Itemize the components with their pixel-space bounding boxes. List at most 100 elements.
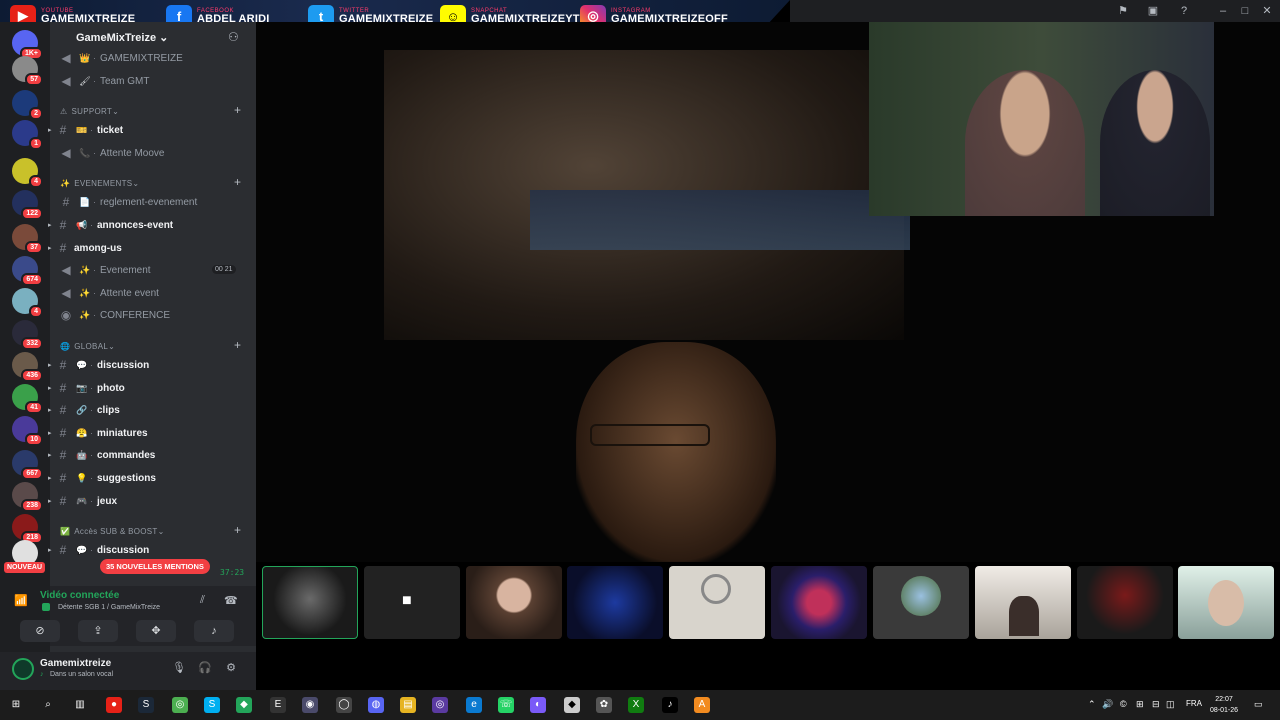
tray-icon[interactable]: ⊞ (1136, 699, 1144, 710)
server-icon[interactable]: 10 (12, 416, 43, 446)
text-channel-among-us[interactable]: ▸ # among-us (48, 239, 238, 257)
camera-off-button[interactable]: ⊘ (20, 620, 60, 642)
new-mentions-badge[interactable]: NOUVEAU (4, 562, 46, 573)
app-icon[interactable]: ◉ (302, 697, 318, 713)
participant-thumb[interactable] (873, 566, 969, 639)
help-icon[interactable]: ? (1176, 3, 1192, 19)
server-icon[interactable]: 122 (12, 190, 43, 220)
tray-icon[interactable]: ◫ (1166, 699, 1175, 710)
noise-suppression-icon[interactable]: ⫽ (200, 594, 205, 607)
chevron-up-icon[interactable]: ⌃ (1088, 699, 1096, 710)
text-channel-photo[interactable]: ▸ # 📷 · photo (48, 379, 238, 397)
server-icon[interactable]: 57 (12, 56, 43, 86)
category-global[interactable]: 🌐 GLOBAL ⌄ (58, 339, 115, 353)
activities-button[interactable]: ✥ (136, 620, 176, 642)
tiktok-icon[interactable]: ♪ (662, 697, 678, 713)
close-icon[interactable]: ✕ (1259, 3, 1275, 19)
skype-icon[interactable]: S (204, 697, 220, 713)
task-view-icon[interactable]: ▥ (72, 697, 88, 713)
server-icon[interactable]: 667 (12, 450, 43, 480)
add-member-icon[interactable]: ⚇ (228, 30, 239, 44)
add-channel-icon[interactable]: + (234, 523, 241, 537)
app-icon[interactable]: ◆ (564, 697, 580, 713)
participant-thumb[interactable] (1077, 566, 1173, 639)
app-icon[interactable]: ◎ (432, 697, 448, 713)
screen-share-icon[interactable]: ▣ (1145, 3, 1161, 19)
server-icon[interactable]: 238 (12, 482, 43, 512)
voice-channel-path[interactable]: Détente SGB 1 / GameMixTreize (58, 604, 160, 611)
app-icon[interactable]: A (694, 697, 710, 713)
gear-icon[interactable]: ⚙ (224, 661, 238, 675)
soundboard-button[interactable]: ♪ (194, 620, 234, 642)
discord-icon[interactable]: ◍ (368, 697, 384, 713)
new-mentions-pill[interactable]: 35 NOUVELLES MENTIONS (100, 559, 210, 574)
text-channel-commandes[interactable]: ▸ # 🤖 · commandes (48, 446, 238, 464)
category-evenements[interactable]: ✨ EVENEMENTS ⌄ (58, 176, 139, 190)
text-channel-clips[interactable]: ▸ # 🔗 · clips (48, 401, 238, 419)
text-channel-miniatures[interactable]: ▸ # 😤 · miniatures (48, 424, 238, 442)
text-channel-suggestions[interactable]: ▸ # 💡 · suggestions (48, 469, 238, 487)
windows-start-icon[interactable]: ⊞ (8, 697, 24, 713)
server-icon[interactable]: 332 (12, 320, 43, 350)
server-icon[interactable]: 1K+ (12, 30, 43, 60)
disconnect-icon[interactable]: ☎ (224, 594, 238, 607)
participant-thumb[interactable] (669, 566, 765, 639)
app-icon[interactable]: ◐ (530, 697, 546, 713)
obs-icon[interactable]: ● (106, 697, 122, 713)
participant-thumb[interactable] (466, 566, 562, 639)
server-icon[interactable]: 674 (12, 256, 43, 286)
avatar[interactable] (12, 658, 34, 680)
chrome-icon[interactable]: ◎ (172, 697, 188, 713)
app-icon[interactable]: ◯ (336, 697, 352, 713)
participant-thumb[interactable] (1178, 566, 1274, 639)
server-icon[interactable]: 2 (12, 90, 43, 120)
server-icon[interactable]: 4 (12, 158, 43, 188)
steam-icon[interactable]: S (138, 697, 154, 713)
category-support[interactable]: ⚠ SUPPORT ⌄ (58, 104, 119, 118)
app-icon[interactable]: ✿ (596, 697, 612, 713)
tray-icon[interactable]: © (1120, 699, 1127, 709)
stage-channel-conference[interactable]: ◉ ✨ · CONFERENCE (57, 306, 247, 324)
screen-share-button[interactable]: ⇪ (78, 620, 118, 642)
add-channel-icon[interactable]: + (234, 103, 241, 117)
participant-thumb[interactable] (975, 566, 1071, 639)
server-icon[interactable]: 1 (12, 120, 43, 150)
file-explorer-icon[interactable]: ▤ (400, 697, 416, 713)
voice-channel-attente-event[interactable]: ◀ ✨ · Attente event (57, 284, 247, 302)
voice-channel-gmt[interactable]: ◀ 👑 · GAMEMIXTREIZE (57, 49, 247, 67)
xbox-icon[interactable]: X (628, 697, 644, 713)
add-channel-icon[interactable]: + (234, 175, 241, 189)
app-icon[interactable]: ◆ (236, 697, 252, 713)
epic-games-icon[interactable]: E (270, 697, 286, 713)
search-icon[interactable]: ⌕ (40, 697, 56, 713)
text-channel-jeux[interactable]: ▸ # 🎮 · jeux (48, 492, 238, 510)
server-icon[interactable]: 41 (12, 384, 43, 414)
notifications-icon[interactable]: ▭ (1254, 699, 1263, 710)
text-channel-annonces[interactable]: ▸ # 📢 · annonces-event (48, 216, 238, 234)
maximize-icon[interactable]: □ (1237, 3, 1253, 19)
text-channel-reglement[interactable]: # 📄 · reglement-evenement (57, 193, 247, 211)
language-indicator[interactable]: FRA (1186, 699, 1202, 708)
server-icon[interactable]: 436 (12, 352, 43, 382)
server-icon[interactable]: 4 (12, 288, 43, 318)
clock[interactable]: 22:07 08-01-26 (1210, 694, 1238, 716)
text-channel-discussion-sub[interactable]: ▸ # 💬 · discussion (48, 541, 238, 559)
edge-icon[interactable]: e (466, 697, 482, 713)
participant-thumb[interactable] (262, 566, 358, 639)
inbox-icon[interactable]: ⚑ (1115, 3, 1131, 19)
participant-thumb[interactable] (567, 566, 663, 639)
network-icon[interactable]: ⊟ (1152, 699, 1160, 710)
text-channel-ticket[interactable]: ▸ # 🎫 · ticket (48, 121, 238, 139)
server-icon[interactable]: 218 (12, 514, 43, 544)
participant-thumb[interactable]: ■ (364, 566, 460, 639)
voice-channel-team[interactable]: ◀ 🖌 · Team GMT (57, 72, 247, 90)
server-icon[interactable]: 37 (12, 224, 43, 254)
minimize-icon[interactable]: – (1215, 3, 1231, 19)
category-sub-boost[interactable]: ✅ Accès SUB & BOOST ⌄ (58, 524, 165, 538)
whatsapp-icon[interactable]: ☏ (498, 697, 514, 713)
server-name[interactable]: GameMixTreize ⌄ (76, 31, 168, 44)
participant-thumb[interactable] (771, 566, 867, 639)
microphone-icon[interactable]: 🎙 (172, 661, 186, 675)
text-channel-discussion[interactable]: ▸ # 💬 · discussion (48, 356, 238, 374)
username[interactable]: Gamemixtreize (40, 658, 111, 669)
